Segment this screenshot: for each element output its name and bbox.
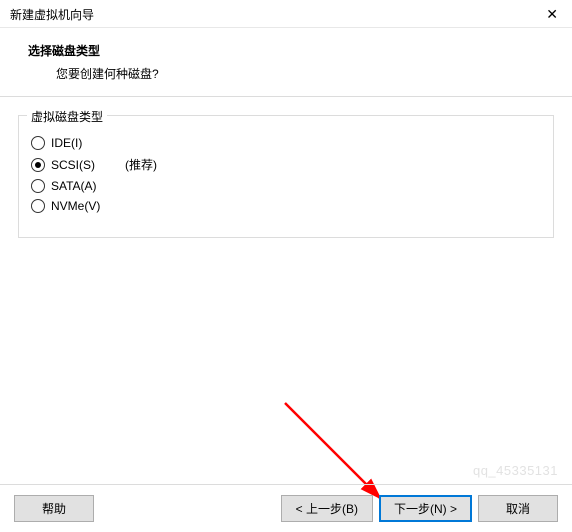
cancel-button[interactable]: 取消 (478, 495, 558, 522)
radio-icon[interactable] (31, 136, 45, 150)
radio-option-scsi[interactable]: SCSI(S) (推荐) (31, 156, 541, 173)
footer-right-group: < 上一步(B) 下一步(N) > 取消 (281, 495, 558, 522)
radio-icon[interactable] (31, 199, 45, 213)
wizard-header: 选择磁盘类型 您要创建何种磁盘? (0, 28, 572, 97)
watermark: qq_45335131 (473, 463, 558, 478)
disk-type-fieldset: 虚拟磁盘类型 IDE(I) SCSI(S) (推荐) SATA(A) NVMe(… (18, 115, 554, 238)
window-title: 新建虚拟机向导 (10, 6, 94, 23)
titlebar: 新建虚拟机向导 ✕ (0, 0, 572, 28)
footer-buttons: 帮助 < 上一步(B) 下一步(N) > 取消 (0, 484, 572, 532)
radio-icon[interactable] (31, 158, 45, 172)
fieldset-legend: 虚拟磁盘类型 (27, 108, 107, 125)
radio-label: IDE(I) (51, 136, 82, 150)
radio-label: SATA(A) (51, 179, 97, 193)
back-button[interactable]: < 上一步(B) (281, 495, 373, 522)
close-icon[interactable]: ✕ (542, 6, 562, 23)
radio-icon[interactable] (31, 179, 45, 193)
page-subtitle: 您要创建何种磁盘? (56, 65, 562, 82)
page-title: 选择磁盘类型 (28, 42, 562, 59)
radio-option-ide[interactable]: IDE(I) (31, 136, 541, 150)
help-button[interactable]: 帮助 (14, 495, 94, 522)
radio-label: NVMe(V) (51, 199, 100, 213)
content-area: 虚拟磁盘类型 IDE(I) SCSI(S) (推荐) SATA(A) NVMe(… (0, 97, 572, 238)
radio-label: SCSI(S) (51, 158, 95, 172)
radio-option-nvme[interactable]: NVMe(V) (31, 199, 541, 213)
recommended-label: (推荐) (125, 156, 157, 173)
radio-option-sata[interactable]: SATA(A) (31, 179, 541, 193)
next-button[interactable]: 下一步(N) > (379, 495, 472, 522)
